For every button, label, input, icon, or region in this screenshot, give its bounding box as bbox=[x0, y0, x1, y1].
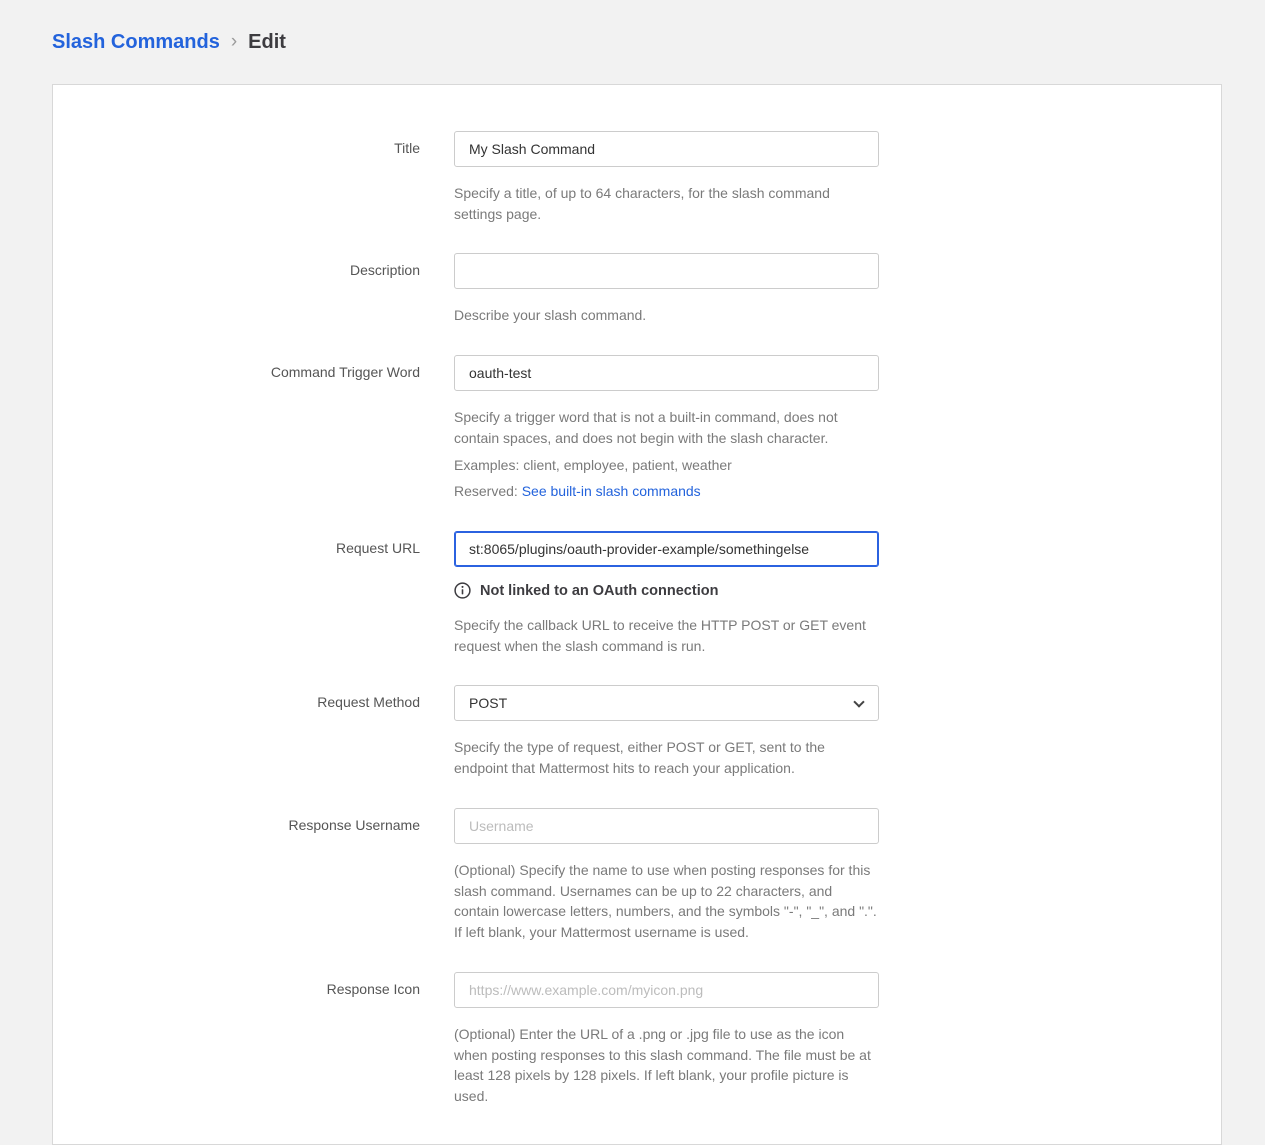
description-help-text: Describe your slash command. bbox=[454, 305, 879, 326]
request-url-help: Specify the callback URL to receive the … bbox=[454, 615, 879, 656]
trigger-word-label: Command Trigger Word bbox=[53, 355, 454, 502]
title-help: Specify a title, of up to 64 characters,… bbox=[454, 183, 879, 224]
oauth-connection-notice: Not linked to an OAuth connection bbox=[454, 582, 879, 599]
form-row-trigger-word: Command Trigger Word Specify a trigger w… bbox=[53, 355, 1221, 502]
form-row-description: Description Describe your slash command. bbox=[53, 253, 1221, 326]
info-icon bbox=[454, 582, 471, 599]
reserved-prefix: Reserved: bbox=[454, 483, 522, 499]
request-method-select[interactable]: POST bbox=[454, 685, 879, 721]
form-row-response-username: Response Username (Optional) Specify the… bbox=[53, 808, 1221, 943]
description-help: Describe your slash command. bbox=[454, 305, 879, 326]
title-label: Title bbox=[53, 131, 454, 224]
trigger-word-input[interactable] bbox=[454, 355, 879, 391]
description-label: Description bbox=[53, 253, 454, 326]
request-url-label: Request URL bbox=[53, 531, 454, 656]
response-username-help-text: (Optional) Specify the name to use when … bbox=[454, 860, 879, 943]
trigger-word-examples: Examples: client, employee, patient, wea… bbox=[454, 455, 879, 476]
response-username-label: Response Username bbox=[53, 808, 454, 943]
trigger-word-reserved: Reserved: See built-in slash commands bbox=[454, 481, 879, 502]
description-input[interactable] bbox=[454, 253, 879, 289]
request-method-label: Request Method bbox=[53, 685, 454, 778]
breadcrumb: Slash Commands › Edit bbox=[0, 0, 1265, 84]
response-username-input[interactable] bbox=[454, 808, 879, 844]
form-row-title: Title Specify a title, of up to 64 chara… bbox=[53, 131, 1221, 224]
trigger-word-help-text: Specify a trigger word that is not a bui… bbox=[454, 407, 879, 448]
breadcrumb-current: Edit bbox=[248, 31, 286, 54]
response-icon-input[interactable] bbox=[454, 972, 879, 1008]
form-row-response-icon: Response Icon (Optional) Enter the URL o… bbox=[53, 972, 1221, 1107]
response-icon-help-text: (Optional) Enter the URL of a .png or .j… bbox=[454, 1024, 879, 1107]
request-url-input[interactable] bbox=[454, 531, 879, 567]
form-row-request-url: Request URL Not linked to an OAuth conne… bbox=[53, 531, 1221, 656]
oauth-notice-text: Not linked to an OAuth connection bbox=[480, 583, 718, 599]
breadcrumb-chevron-icon: › bbox=[231, 31, 237, 53]
response-username-help: (Optional) Specify the name to use when … bbox=[454, 860, 879, 943]
trigger-word-help: Specify a trigger word that is not a bui… bbox=[454, 407, 879, 502]
edit-command-panel: Title Specify a title, of up to 64 chara… bbox=[52, 84, 1222, 1145]
response-icon-label: Response Icon bbox=[53, 972, 454, 1107]
request-method-help-text: Specify the type of request, either POST… bbox=[454, 737, 879, 778]
form-row-request-method: Request Method POST Specify the type of … bbox=[53, 685, 1221, 778]
request-url-help-text: Specify the callback URL to receive the … bbox=[454, 615, 879, 656]
title-help-text: Specify a title, of up to 64 characters,… bbox=[454, 183, 879, 224]
response-icon-help: (Optional) Enter the URL of a .png or .j… bbox=[454, 1024, 879, 1107]
request-method-help: Specify the type of request, either POST… bbox=[454, 737, 879, 778]
built-in-slash-commands-link[interactable]: See built-in slash commands bbox=[522, 483, 701, 499]
breadcrumb-slash-commands-link[interactable]: Slash Commands bbox=[52, 31, 220, 54]
title-input[interactable] bbox=[454, 131, 879, 167]
